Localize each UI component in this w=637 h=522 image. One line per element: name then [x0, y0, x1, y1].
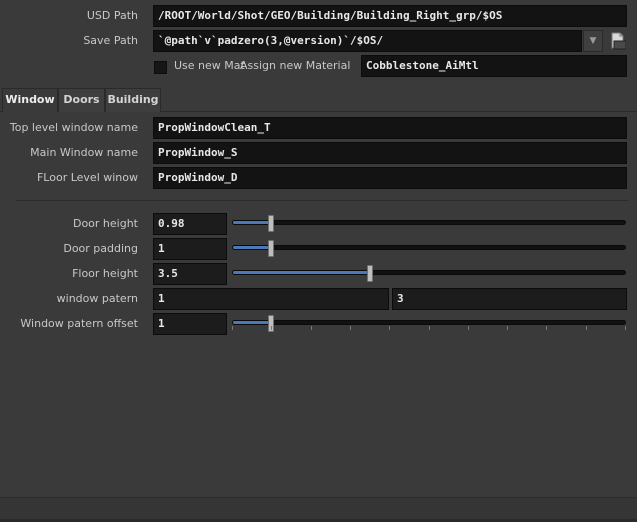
slider-fill — [233, 321, 270, 324]
tab-building[interactable]: Building — [105, 88, 161, 112]
slider-tick — [468, 326, 469, 330]
slider-tick — [429, 326, 430, 330]
window-patern-offset-field[interactable]: 1 — [153, 313, 227, 335]
floor-level-window-field[interactable]: PropWindow_D — [153, 167, 627, 189]
section-divider — [16, 200, 628, 201]
usd-path-label: USD Path — [86, 9, 138, 22]
tab-bar: Window Doors Building — [0, 88, 637, 113]
door-height-slider[interactable] — [232, 215, 626, 232]
chevron-down-icon: ▼ — [589, 36, 597, 46]
floor-level-window-label: FLoor Level winow — [36, 171, 138, 184]
save-path-dropdown-button[interactable]: ▼ — [583, 30, 603, 52]
door-padding-label: Door padding — [63, 242, 138, 255]
main-window-name-label: Main Window name — [30, 146, 138, 159]
slider-fill — [233, 221, 270, 224]
tab-doors[interactable]: Doors — [58, 88, 105, 112]
slider-handle[interactable] — [268, 240, 274, 257]
top-level-window-name-field[interactable]: PropWindowClean_T — [153, 117, 627, 139]
slider-tick — [625, 326, 626, 330]
assign-material-field[interactable]: Cobblestone_AiMtl — [361, 55, 627, 77]
slider-tick — [389, 326, 390, 330]
door-height-label: Door height — [72, 217, 138, 230]
floor-height-label: Floor height — [72, 267, 138, 280]
assign-material-label: Assign new Material — [240, 59, 351, 72]
door-padding-field[interactable]: 1 — [153, 238, 227, 260]
window-patern-offset-slider[interactable] — [232, 315, 626, 332]
usd-path-field[interactable]: /ROOT/World/Shot/GEO/Building/Building_R… — [153, 5, 627, 27]
slider-fill — [233, 271, 369, 274]
top-level-window-name-label: Top level window name — [9, 121, 138, 134]
main-window-name-field[interactable]: PropWindow_S — [153, 142, 627, 164]
slider-handle[interactable] — [268, 215, 274, 232]
floor-height-field[interactable]: 3.5 — [153, 263, 227, 285]
slider-tick — [271, 326, 272, 330]
use-new-mat-label: Use new Mat — [174, 59, 245, 72]
slider-tick — [586, 326, 587, 330]
slider-tick — [507, 326, 508, 330]
slider-track — [232, 220, 626, 225]
slider-tick — [232, 326, 233, 330]
slider-track — [232, 320, 626, 325]
use-new-mat-checkbox[interactable] — [154, 61, 167, 74]
window-patern-offset-label: Window patern offset — [20, 317, 138, 330]
window-patern-field-a[interactable]: 1 — [153, 288, 389, 310]
slider-ticks — [232, 326, 626, 331]
slider-handle[interactable] — [367, 265, 373, 282]
door-padding-slider[interactable] — [232, 240, 626, 257]
save-path-field[interactable]: `@path`v`padzero(3,@version)`/$OS/ — [153, 30, 582, 52]
slider-tick — [350, 326, 351, 330]
save-path-label: Save Path — [83, 34, 138, 47]
file-browse-button[interactable] — [610, 32, 628, 50]
floor-height-slider[interactable] — [232, 265, 626, 282]
slider-tick — [311, 326, 312, 330]
slider-fill — [233, 246, 270, 249]
door-height-field[interactable]: 0.98 — [153, 213, 227, 235]
window-patern-label: window patern — [56, 292, 138, 305]
file-browse-icon — [611, 32, 627, 50]
window-patern-field-b[interactable]: 3 — [392, 288, 627, 310]
slider-track — [232, 245, 626, 250]
slider-tick — [546, 326, 547, 330]
tab-window[interactable]: Window — [2, 88, 58, 113]
